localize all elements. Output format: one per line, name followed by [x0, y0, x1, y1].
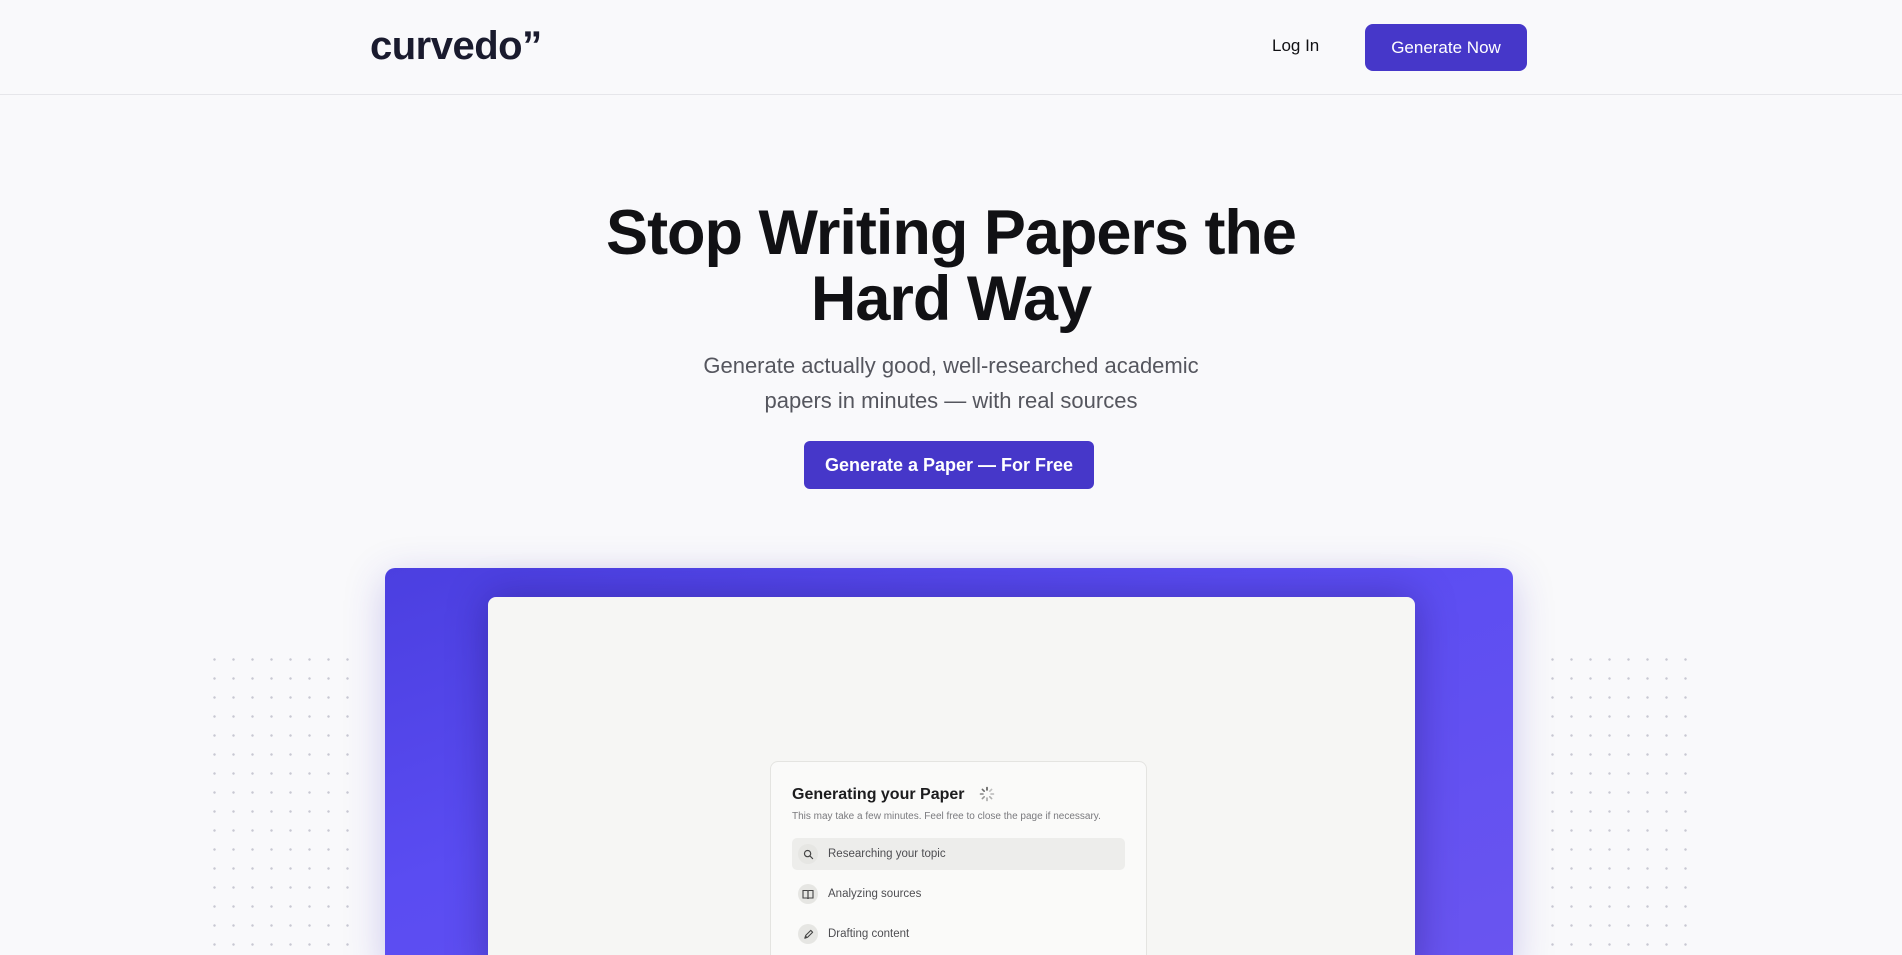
search-icon: [798, 844, 818, 864]
landing-page: curvedo” Log In Generate Now Stop Writin…: [0, 0, 1902, 955]
top-nav: curvedo” Log In Generate Now: [0, 0, 1902, 95]
pen-icon: [798, 924, 818, 944]
card-title: Generating your Paper: [792, 786, 965, 803]
step-drafting: Drafting content: [792, 918, 1125, 950]
login-link[interactable]: Log In: [1272, 36, 1319, 56]
hero-title-line-2: Hard Way: [810, 264, 1092, 334]
product-preview-screen: Generating your Paper This may take a fe…: [488, 597, 1415, 955]
product-preview-frame: Generating your Paper This may take a fe…: [385, 568, 1513, 955]
hero-title: Stop Writing Papers the Hard Way: [0, 200, 1902, 332]
hero-subtitle-line-1: Generate actually good, well-researched …: [703, 353, 1199, 378]
step-label: Drafting content: [828, 928, 910, 940]
brand-logo[interactable]: curvedo”: [370, 24, 542, 69]
hero-subtitle: Generate actually good, well-researched …: [0, 348, 1902, 418]
hero-title-line-1: Stop Writing Papers the: [606, 198, 1297, 268]
generate-now-button[interactable]: Generate Now: [1365, 24, 1527, 71]
step-researching: Researching your topic: [792, 838, 1125, 870]
card-note: This may take a few minutes. Feel free t…: [792, 811, 1101, 822]
spinner-icon: [979, 786, 995, 802]
hero-subtitle-line-2: papers in minutes — with real sources: [764, 388, 1138, 413]
step-label: Analyzing sources: [828, 888, 922, 900]
step-label: Researching your topic: [828, 848, 946, 860]
dot-pattern-right: [1543, 650, 1699, 955]
generation-progress-card: Generating your Paper This may take a fe…: [770, 761, 1147, 955]
generate-paper-cta-button[interactable]: Generate a Paper — For Free: [804, 441, 1094, 489]
book-icon: [798, 884, 818, 904]
dot-pattern-left: [205, 650, 361, 955]
step-analyzing: Analyzing sources: [792, 878, 1125, 910]
